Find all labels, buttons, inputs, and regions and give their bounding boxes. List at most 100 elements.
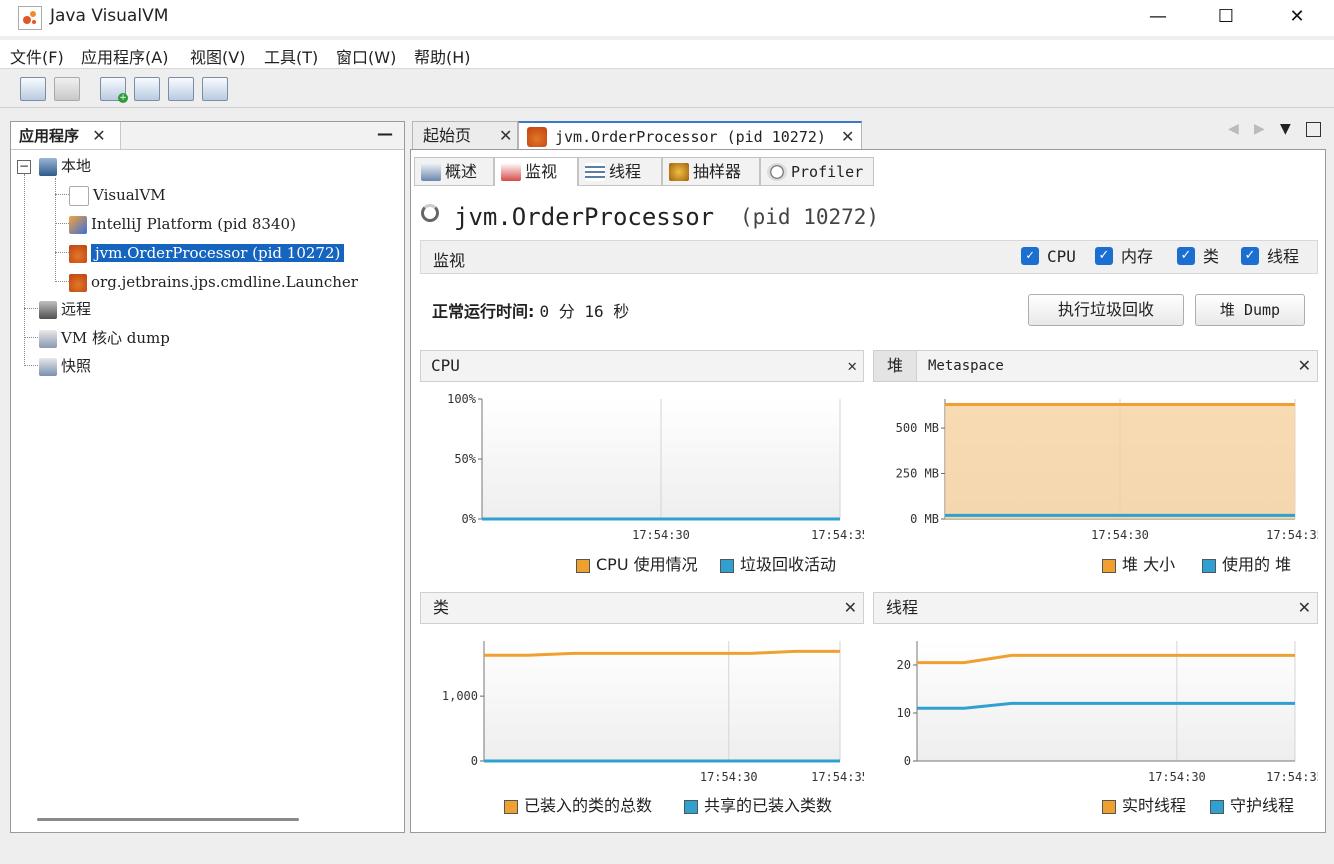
maximize-icon: ☐	[1217, 6, 1235, 27]
tab-heap[interactable]: 堆	[874, 351, 917, 381]
check-icon: ✓	[1177, 247, 1195, 265]
uptime: 正常运行时间: 0 分 16 秒	[432, 298, 629, 322]
tree-node-local[interactable]: 本地	[39, 154, 91, 178]
tab-list-dropdown-icon[interactable]: ▼	[1280, 121, 1291, 137]
tree-node-intellij[interactable]: IntelliJ Platform (pid 8340)	[69, 212, 296, 236]
gc-button[interactable]: 执行垃圾回收	[1028, 294, 1184, 326]
close-icon[interactable]: ✕	[92, 126, 105, 145]
check-icon: ✓	[1021, 247, 1039, 265]
collapse-toggle-icon[interactable]: −	[17, 160, 31, 174]
overview-icon	[421, 163, 441, 181]
close-icon[interactable]: ✕	[847, 351, 857, 381]
checkbox-cpu[interactable]: ✓ CPU	[1021, 247, 1076, 267]
y-tick-label: 10	[897, 706, 911, 720]
y-tick-label: 0%	[462, 512, 477, 526]
legend-used-heap: 使用的 堆	[1202, 555, 1291, 575]
heap-chart: 17:54:30 17:54:35 500 MB 250 MB 0 MB	[896, 399, 1318, 540]
x-tick-label: 17:54:35	[1266, 770, 1318, 784]
close-window-button[interactable]: ✕	[1262, 0, 1332, 36]
window-title: Java VisualVM	[50, 6, 169, 26]
y-tick-label: 500 MB	[896, 421, 939, 435]
threads-chart-title: 线程	[886, 598, 919, 617]
checkbox-memory[interactable]: ✓ 内存	[1095, 247, 1153, 267]
legend-loaded-classes: 已装入的类的总数	[504, 796, 652, 816]
close-icon[interactable]: ✕	[841, 123, 854, 151]
heap-dump-button[interactable]: 堆 Dump	[1195, 294, 1305, 326]
monitor-chart-icon	[501, 163, 521, 181]
legend-cpu-usage: CPU 使用情况	[576, 555, 698, 575]
plot-area	[917, 641, 1295, 761]
subtab-sampler[interactable]: 抽样器	[662, 157, 760, 186]
tree-node-snapshots[interactable]: 快照	[39, 354, 91, 378]
app-name: jvm.OrderProcessor	[454, 203, 715, 231]
maximize-button[interactable]: ☐	[1191, 0, 1261, 36]
visualvm-logo-icon	[18, 6, 42, 30]
tree-node-remote[interactable]: 远程	[39, 297, 91, 321]
profiler-clock-icon	[767, 163, 787, 181]
y-tick-label: 1,000	[442, 689, 478, 703]
load-snapshot-icon[interactable]	[20, 77, 46, 101]
classes-chart-title: 类	[433, 598, 450, 617]
tree-node-launcher[interactable]: org.jetbrains.jps.cmdline.Launcher	[69, 270, 358, 294]
x-tick-label: 17:54:30	[1091, 528, 1149, 540]
minimize-panel-icon[interactable]: —	[377, 124, 393, 143]
tab-orderprocessor[interactable]: jvm.OrderProcessor (pid 10272) ✕	[518, 121, 862, 150]
legend-swatch	[1202, 559, 1216, 573]
thread-dump-icon[interactable]	[168, 77, 194, 101]
x-tick-label: 17:54:30	[1148, 770, 1206, 784]
scroll-tabs-left-icon[interactable]: ◀	[1228, 121, 1239, 137]
menu-file[interactable]: 文件(F)	[10, 44, 64, 68]
legend-daemon-threads: 守护线程	[1210, 796, 1294, 816]
checkbox-classes[interactable]: ✓ 类	[1177, 247, 1219, 267]
close-icon[interactable]: ✕	[1298, 351, 1311, 381]
legend-gc-activity: 垃圾回收活动	[720, 555, 836, 575]
maximize-tab-icon[interactable]	[1306, 122, 1321, 137]
heap-dump-icon[interactable]	[134, 77, 160, 101]
heap-chart-header: 堆 Metaspace ✕	[873, 350, 1318, 382]
y-tick-label: 0	[471, 754, 478, 768]
subtab-threads[interactable]: 线程	[578, 157, 662, 186]
close-icon[interactable]: ✕	[1298, 593, 1311, 623]
tab-start-page[interactable]: 起始页 ✕	[412, 121, 518, 150]
legend-swatch	[1210, 800, 1224, 814]
applications-tab[interactable]: 应用程序 ✕	[11, 122, 121, 149]
menu-tools[interactable]: 工具(T)	[264, 44, 318, 68]
tree-node-core-dump[interactable]: VM 核心 dump	[39, 326, 170, 350]
app-pid: (pid 10272)	[740, 205, 880, 229]
checkbox-threads[interactable]: ✓ 线程	[1241, 247, 1299, 267]
classes-chart-header: 类 ✕	[420, 592, 864, 624]
menu-window[interactable]: 窗口(W)	[336, 44, 396, 68]
subtab-monitor[interactable]: 监视	[494, 157, 578, 186]
tree-node-visualvm[interactable]: VisualVM	[69, 183, 166, 207]
minimize-button[interactable]: —	[1123, 0, 1193, 36]
y-tick-label: 100%	[447, 392, 477, 406]
toolbar: +	[0, 69, 1334, 108]
menu-view[interactable]: 视图(V)	[190, 44, 245, 68]
tree-node-orderprocessor[interactable]: jvm.OrderProcessor (pid 10272)	[69, 241, 345, 265]
snapshot-icon[interactable]	[202, 77, 228, 101]
legend-live-threads: 实时线程	[1102, 796, 1186, 816]
tab-start-page-label: 起始页	[423, 126, 472, 145]
scroll-tabs-right-icon[interactable]: ▶	[1254, 121, 1265, 137]
x-tick-label: 17:54:30	[632, 528, 690, 540]
x-tick-label: 17:54:35	[811, 528, 864, 540]
remote-host-icon	[39, 300, 57, 319]
subtab-profiler[interactable]: Profiler	[760, 157, 874, 186]
snapshot-folder-icon	[39, 357, 57, 376]
tree-guide	[24, 365, 38, 366]
horizontal-scrollbar[interactable]	[37, 818, 299, 821]
menu-applications[interactable]: 应用程序(A)	[81, 44, 168, 68]
close-icon[interactable]: ✕	[499, 122, 512, 150]
add-jmx-icon[interactable]: +	[100, 77, 128, 103]
tree-guide	[55, 252, 69, 253]
legend-swatch	[720, 559, 734, 573]
java-cup-icon	[527, 127, 547, 147]
menu-help[interactable]: 帮助(H)	[414, 44, 471, 68]
close-icon[interactable]: ✕	[844, 593, 857, 623]
tab-metaspace[interactable]: Metaspace	[928, 351, 1004, 381]
sampler-icon	[669, 163, 689, 181]
java-cup-icon	[69, 244, 87, 263]
tree-guide	[24, 337, 38, 338]
subtab-overview[interactable]: 概述	[414, 157, 494, 186]
core-dump-icon	[39, 330, 57, 348]
